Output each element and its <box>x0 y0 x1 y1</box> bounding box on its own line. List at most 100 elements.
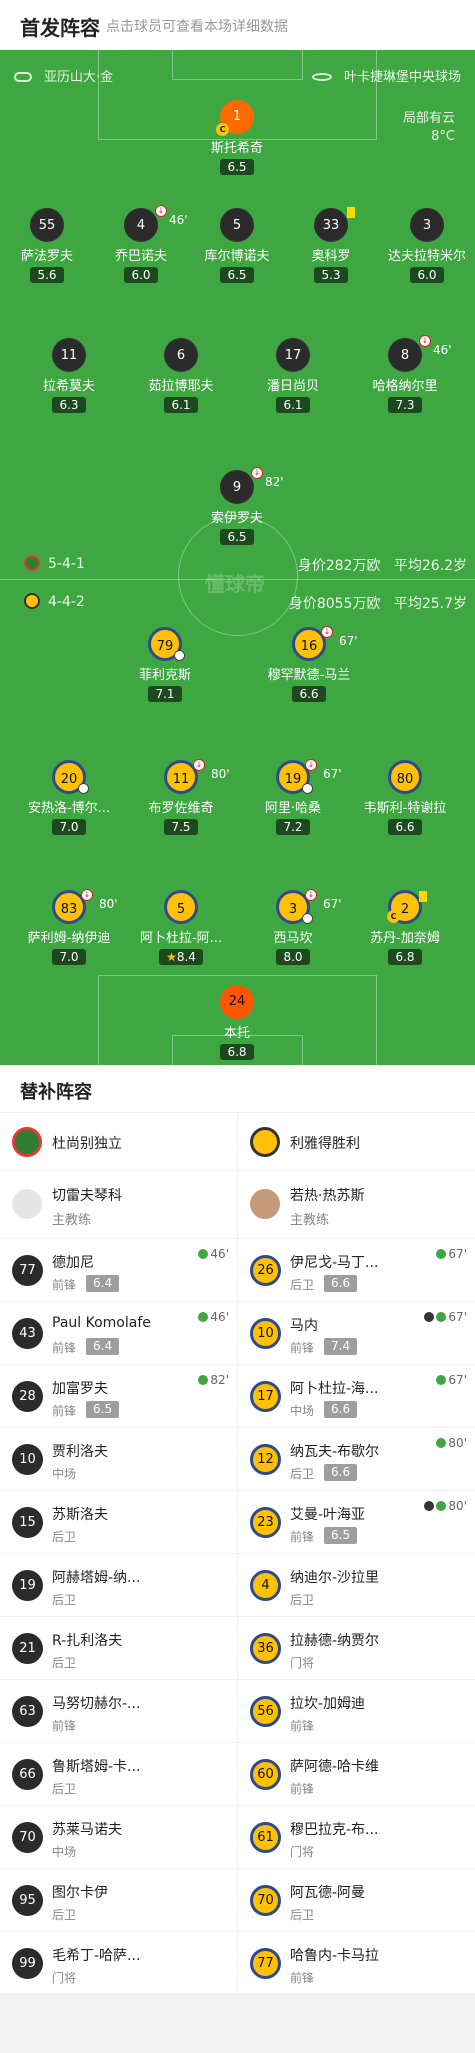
player-position: 前锋 <box>52 1278 77 1292</box>
player-home-8[interactable]: 8 ↓ 46' 哈格纳尔里 7.3 <box>350 335 460 413</box>
yellow-card-icon <box>419 891 427 902</box>
sub-player-row[interactable]: 70 阿瓦德-阿曼 后卫 <box>238 1869 475 1932</box>
player-away-24[interactable]: 24 本托 6.8 <box>182 985 292 1060</box>
sub-in-icon <box>436 1375 447 1385</box>
sub-minute: 46' <box>210 1247 229 1261</box>
star-icon: ★ <box>166 950 177 964</box>
player-home-17[interactable]: 17 潘日尚贝 6.1 <box>238 338 348 413</box>
sub-player-row[interactable]: 99 毛希丁-哈萨... 门将 <box>0 1932 237 1995</box>
player-away-83[interactable]: 83 ↓ 80' 萨利姆-纳伊迪 7.0 <box>14 889 124 965</box>
home-venue: 亚历山大·金 <box>14 66 113 85</box>
player-position: 后卫 <box>290 1593 315 1607</box>
stadium-icon <box>311 73 332 81</box>
player-away-80[interactable]: 80 韦斯利-特谢拉 6.6 <box>350 760 460 835</box>
player-away-3[interactable]: 3 ↓ 67' 西马坎 8.0 <box>238 889 348 965</box>
sub-player-row[interactable]: 15 苏斯洛夫 后卫 <box>0 1491 237 1554</box>
sub-player-row[interactable]: 21 R-扎利洛夫 后卫 <box>0 1617 237 1680</box>
player-home-4[interactable]: 4 ↓ 46' 乔巴诺夫 6.0 <box>86 205 196 283</box>
sub-in-time: 67' <box>436 1373 467 1387</box>
player-number: 21 <box>12 1633 43 1664</box>
sub-player-row[interactable]: 60 萨阿德-哈卡维 前锋 <box>238 1743 475 1806</box>
sub-out-icon: ↓ <box>305 759 317 771</box>
player-position: 前锋 <box>52 1404 77 1418</box>
player-home-33[interactable]: 33 奥科罗 5.3 <box>276 207 386 283</box>
player-number: 2C <box>387 890 427 924</box>
player-name: 阿卜杜拉-海... <box>290 1381 379 1397</box>
player-name: 纳迪尔-沙拉里 <box>290 1570 380 1586</box>
player-number: 8 ↓ 46' <box>388 335 452 372</box>
player-home-9[interactable]: 9 ↓ 82' 索伊罗夫 6.5 <box>182 467 292 545</box>
player-home-1[interactable]: 1 C 斯托希奇 6.5 <box>182 100 292 175</box>
sub-player-row[interactable]: 95 图尔卡伊 后卫 <box>0 1869 237 1932</box>
sub-player-row[interactable]: 12 纳瓦夫-布歇尔 后卫 6.6 80' <box>238 1428 475 1491</box>
player-number: 24 <box>220 985 254 1019</box>
assist-icon <box>78 783 89 794</box>
away-coach[interactable]: 若热·热苏斯 主教练 <box>238 1171 475 1239</box>
sub-player-row[interactable]: 10 贾利洛夫 中场 <box>0 1428 237 1491</box>
sub-minute: 82' <box>210 1373 229 1387</box>
home-team-header[interactable]: 杜尚别独立 <box>0 1113 237 1171</box>
player-number: 99 <box>12 1948 43 1979</box>
sub-in-icon <box>198 1249 209 1259</box>
sub-out-icon: ↓ <box>321 626 333 638</box>
sub-player-row[interactable]: 10 马内 前锋 7.4 67' <box>238 1302 475 1365</box>
player-away-2[interactable]: 2 C 苏丹-加奈姆 6.8 <box>350 890 460 965</box>
player-away-20[interactable]: 20 安热洛-博尔... 7.0 <box>14 760 124 835</box>
player-away-11[interactable]: 11 ↓ 80' 布罗佐维奇 7.5 <box>126 759 236 835</box>
home-stats: 身价282万欧 平均26.2岁 <box>297 558 467 574</box>
goal-ball-icon <box>302 913 313 924</box>
player-name: 穆巴拉克-布... <box>290 1822 379 1838</box>
player-position: 前锋 <box>52 1719 77 1733</box>
sub-player-row[interactable]: 19 阿赫塔姆-纳... 后卫 <box>0 1554 237 1617</box>
player-away-5[interactable]: 5 阿卜杜拉-阿... ★8.4 <box>126 890 236 965</box>
sub-player-row[interactable]: 70 苏莱马诺夫 中场 <box>0 1806 237 1869</box>
player-number: 16 ↓ 67' <box>292 626 358 661</box>
sub-player-row[interactable]: 77 哈鲁内-卡马拉 前锋 <box>238 1932 475 1995</box>
away-team-header[interactable]: 利雅得胜利 <box>238 1113 475 1171</box>
player-away-79[interactable]: 79 菲利克斯 7.1 <box>110 627 220 702</box>
player-number: 80 <box>388 760 422 794</box>
sub-player-row[interactable]: 23 艾曼-叶海亚 前锋 6.5 80' <box>238 1491 475 1554</box>
player-rating: 6.5 <box>324 1527 358 1544</box>
player-rating: 6.4 <box>86 1275 120 1292</box>
player-number: 26 <box>250 1255 281 1286</box>
sub-player-row[interactable]: 61 穆巴拉克-布... 门将 <box>238 1806 475 1869</box>
player-number: 43 <box>12 1318 43 1349</box>
player-position: 前锋 <box>290 1719 315 1733</box>
sub-player-row[interactable]: 36 拉赫德-纳贾尔 门将 <box>238 1617 475 1680</box>
home-coach[interactable]: 切雷夫琴科 主教练 <box>0 1171 237 1239</box>
player-position: 后卫 <box>52 1593 77 1607</box>
avatar-placeholder-icon <box>12 1189 42 1219</box>
sub-player-row[interactable]: 63 马努切赫尔-... 前锋 <box>0 1680 237 1743</box>
player-name: 纳瓦夫-布歇尔 <box>290 1444 380 1460</box>
sub-player-row[interactable]: 77 德加尼 前锋 6.4 46' <box>0 1239 237 1302</box>
player-position: 后卫 <box>290 1467 315 1481</box>
player-rating: 6.6 <box>324 1464 358 1481</box>
player-home-11[interactable]: 11 拉希莫夫 6.3 <box>14 338 124 413</box>
player-name: 萨阿德-哈卡维 <box>290 1759 380 1775</box>
sub-player-row[interactable]: 43 Paul Komolafe 前锋 6.4 46' <box>0 1302 237 1365</box>
sub-player-row[interactable]: 26 伊尼戈-马丁... 后卫 6.6 67' <box>238 1239 475 1302</box>
player-position: 前锋 <box>52 1341 77 1355</box>
home-formation: 5-4-1 <box>24 555 85 572</box>
player-position: 后卫 <box>52 1530 77 1544</box>
player-away-19[interactable]: 19 ↓ 67' 阿里·哈桑 7.2 <box>238 759 348 835</box>
player-home-6[interactable]: 6 茹拉博耶夫 6.1 <box>126 338 236 413</box>
sub-player-row[interactable]: 56 拉坎-加姆迪 前锋 <box>238 1680 475 1743</box>
section-subtitle: 点击球员可查看本场详细数据 <box>106 19 288 35</box>
player-number: 83 ↓ 80' <box>52 889 118 924</box>
player-name: 鲁斯塔姆-卡... <box>52 1759 141 1775</box>
sub-in-icon <box>198 1375 209 1385</box>
sub-player-row[interactable]: 17 阿卜杜拉-海... 中场 6.6 67' <box>238 1365 475 1428</box>
away-team-logo-icon <box>24 593 40 609</box>
sub-in-time: 46' <box>198 1310 229 1324</box>
sub-player-row[interactable]: 4 纳迪尔-沙拉里 后卫 <box>238 1554 475 1617</box>
player-home-3[interactable]: 3 达夫拉特米尔 6.0 <box>372 208 475 283</box>
player-name: 图尔卡伊 <box>52 1885 108 1901</box>
player-number: 5 <box>164 890 198 924</box>
player-rating: 6.4 <box>86 1338 120 1355</box>
away-formation: 4-4-2 <box>24 593 85 610</box>
sub-player-row[interactable]: 66 鲁斯塔姆-卡... 后卫 <box>0 1743 237 1806</box>
player-away-16[interactable]: 16 ↓ 67' 穆罕默德-马兰 6.6 <box>254 626 364 702</box>
sub-player-row[interactable]: 28 加富罗夫 前锋 6.5 82' <box>0 1365 237 1428</box>
